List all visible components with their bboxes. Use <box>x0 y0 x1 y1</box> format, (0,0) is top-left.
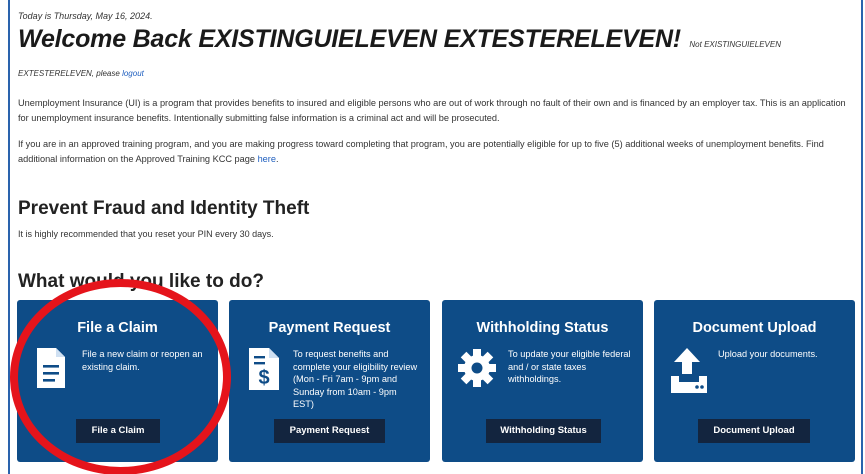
card-title: Withholding Status <box>476 320 609 336</box>
card-title: Document Upload <box>692 320 817 336</box>
training-paragraph: If you are in an approved training progr… <box>18 137 850 166</box>
withholding-status-button[interactable]: Withholding Status <box>486 419 601 443</box>
welcome-row: Welcome Back EXISTINGUIELEVEN EXTESTEREL… <box>18 25 781 54</box>
upload-icon <box>670 346 708 399</box>
welcome-heading: Welcome Back EXISTINGUIELEVEN EXTESTEREL… <box>18 25 681 53</box>
actions-heading: What would you like to do? <box>18 271 264 292</box>
file-claim-button[interactable]: File a Claim <box>76 419 160 443</box>
card-description: To update your eligible federal and / or… <box>508 349 631 384</box>
card-title: File a Claim <box>77 320 158 336</box>
not-user-prefix: Not EXISTINGUIELEVEN <box>689 40 781 49</box>
fraud-heading: Prevent Fraud and Identity Theft <box>18 198 310 219</box>
document-icon <box>34 346 68 395</box>
pin-reminder: It is highly recommended that you reset … <box>18 229 274 239</box>
card-description: File a new claim or reopen an existing c… <box>82 349 203 372</box>
svg-text:$: $ <box>258 367 269 389</box>
invoice-dollar-icon: $ <box>246 346 282 397</box>
logout-link[interactable]: logout <box>122 69 144 78</box>
not-user-line: EXTESTERELEVEN, please logout <box>18 69 144 78</box>
card-title: Payment Request <box>268 320 391 336</box>
intro-paragraph: Unemployment Insurance (UI) is a program… <box>18 98 846 123</box>
card-description: Upload your documents. <box>718 349 818 359</box>
payment-request-button[interactable]: Payment Request <box>274 419 385 443</box>
training-here-link[interactable]: here <box>258 154 276 164</box>
not-user-name: EXTESTERELEVEN, please <box>18 69 120 78</box>
card-description: To request benefits and complete your el… <box>293 349 418 409</box>
document-upload-button[interactable]: Document Upload <box>698 419 810 443</box>
training-suffix: . <box>275 153 279 164</box>
gear-icon <box>457 348 497 393</box>
date-line: Today is Thursday, May 16, 2024. <box>18 11 153 21</box>
training-text: If you are in an approved training progr… <box>18 139 824 164</box>
